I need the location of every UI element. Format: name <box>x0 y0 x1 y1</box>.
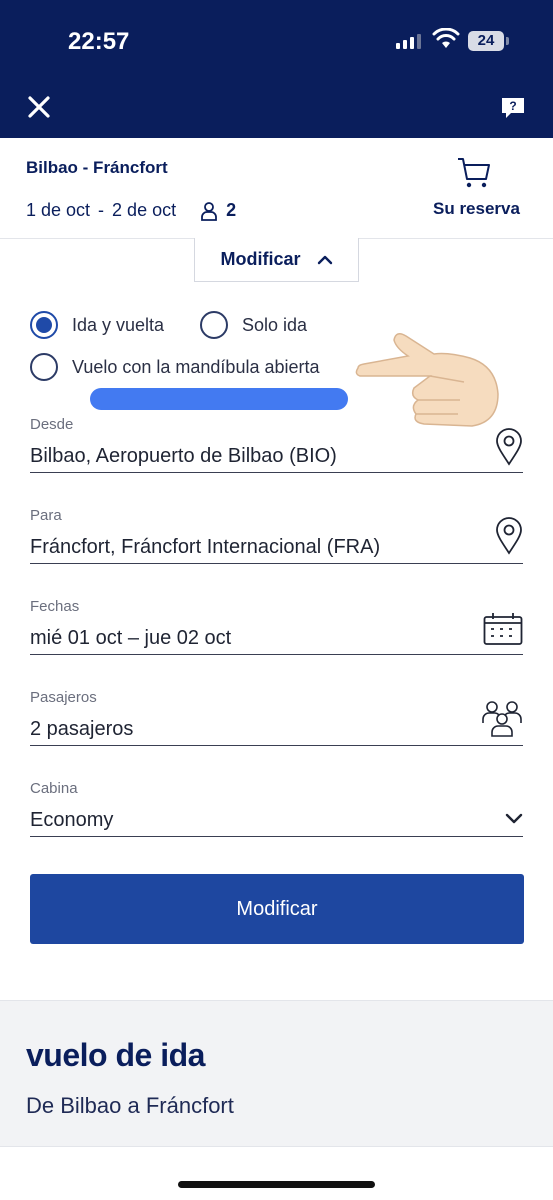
to-field[interactable]: Para Fráncfort, Fráncfort Internacional … <box>30 507 523 564</box>
location-pin-icon <box>496 428 522 466</box>
wifi-icon <box>432 28 460 48</box>
radio-one-way-indicator[interactable] <box>200 311 228 339</box>
group-icon <box>482 701 522 737</box>
battery-tip <box>506 37 509 45</box>
dates-value[interactable]: mié 01 oct – jue 02 oct <box>30 627 523 654</box>
radio-one-way-label: Solo ida <box>242 314 308 335</box>
pointing-hand-icon <box>355 333 499 427</box>
passengers-field[interactable]: Pasajeros 2 pasajeros <box>30 689 523 746</box>
calendar-icon <box>483 613 523 645</box>
date-separator: - <box>98 200 105 220</box>
svg-text:?: ? <box>509 99 516 113</box>
from-field[interactable]: Desde Bilbao, Aeropuerto de Bilbao (BIO) <box>30 416 523 473</box>
close-icon[interactable] <box>24 92 54 122</box>
cellular-signal-icon <box>396 34 421 49</box>
dates-label: Fechas <box>30 598 80 615</box>
radio-one-way[interactable]: Solo ida <box>200 311 307 339</box>
highlight-underline-annotation <box>90 388 348 410</box>
cabin-label: Cabina <box>30 780 78 797</box>
from-label: Desde <box>30 416 74 433</box>
outbound-subtitle: De Bilbao a Fráncfort <box>26 1093 234 1118</box>
outbound-section: vuelo de ida De Bilbao a Fráncfort <box>0 1000 553 1147</box>
app-header: 22:57 24 ? <box>0 0 553 138</box>
passengers-value[interactable]: 2 pasajeros <box>30 718 523 745</box>
person-icon <box>201 201 217 221</box>
trip-dates: 1 de oct - 2 de oct 2 <box>26 200 236 221</box>
date-out: 1 de oct <box>26 200 91 220</box>
location-pin-icon <box>496 517 522 555</box>
home-indicator[interactable] <box>178 1181 375 1188</box>
dates-field[interactable]: Fechas mié 01 oct – jue 02 oct <box>30 598 523 655</box>
to-label: Para <box>30 507 62 524</box>
passenger-count: 2 <box>226 200 237 220</box>
chevron-up-icon <box>317 255 332 264</box>
radio-open-jaw-indicator[interactable] <box>30 353 58 381</box>
chevron-down-icon[interactable] <box>505 812 523 824</box>
from-value[interactable]: Bilbao, Aeropuerto de Bilbao (BIO) <box>30 445 523 472</box>
to-value[interactable]: Fráncfort, Fráncfort Internacional (FRA) <box>30 536 523 563</box>
status-time: 22:57 <box>68 28 130 55</box>
cart-icon[interactable] <box>456 156 492 190</box>
my-booking-link[interactable]: Su reserva <box>433 199 520 219</box>
date-back: 2 de oct <box>112 200 177 220</box>
outbound-title: vuelo de ida <box>26 1037 205 1073</box>
radio-open-jaw-label: Vuelo con la mandíbula abierta <box>72 356 320 377</box>
radio-round-trip[interactable]: Ida y vuelta <box>30 311 164 339</box>
modify-toggle-label: Modificar <box>220 249 301 269</box>
radio-open-jaw[interactable]: Vuelo con la mandíbula abierta <box>30 353 320 381</box>
help-icon[interactable]: ? <box>500 96 526 120</box>
modify-submit-button[interactable]: Modificar <box>30 874 524 944</box>
passengers-label: Pasajeros <box>30 689 97 706</box>
radio-round-trip-indicator[interactable] <box>30 311 58 339</box>
cabin-value[interactable]: Economy <box>30 809 523 836</box>
booking-summary: Bilbao - Fráncfort 1 de oct - 2 de oct 2… <box>0 138 553 239</box>
radio-round-trip-label: Ida y vuelta <box>72 314 165 335</box>
modify-toggle[interactable]: Modificar <box>194 238 359 282</box>
cabin-field[interactable]: Cabina Economy <box>30 780 523 837</box>
battery-icon: 24 <box>468 31 504 51</box>
route-title: Bilbao - Fráncfort <box>26 158 168 177</box>
